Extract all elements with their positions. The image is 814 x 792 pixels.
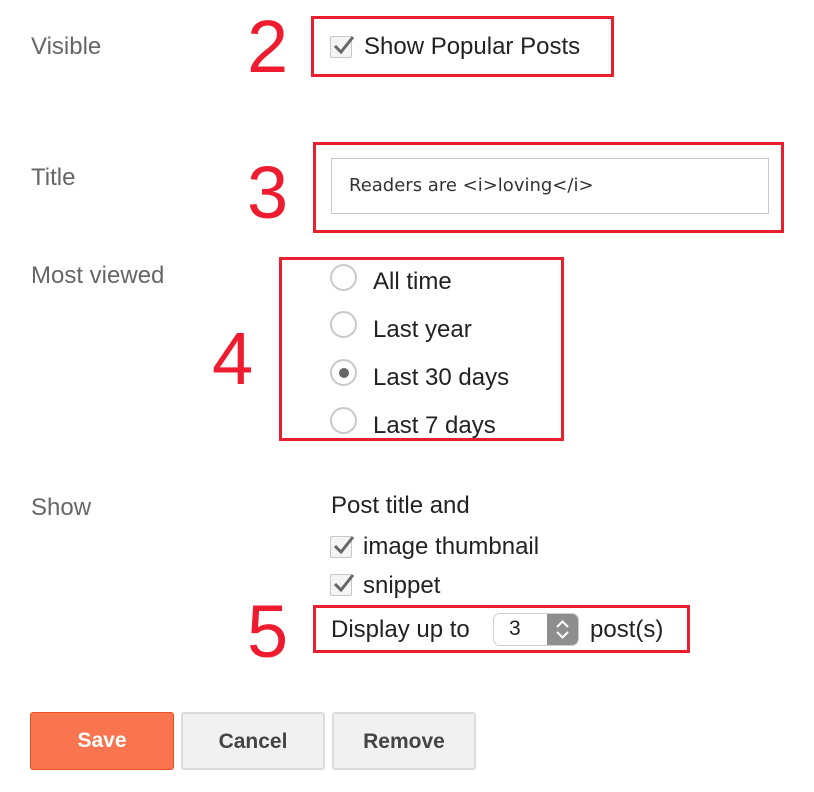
up-down-chevron-icon xyxy=(556,620,569,639)
checkmark-icon xyxy=(333,36,355,55)
stepper-arrows[interactable] xyxy=(547,614,578,645)
post-title-and-text: Post title and xyxy=(331,492,470,519)
radio-button[interactable] xyxy=(330,311,357,338)
radio-label: All time xyxy=(373,268,452,295)
radio-button[interactable] xyxy=(330,264,357,291)
most-viewed-label: Most viewed xyxy=(31,262,165,289)
step-3-annotation: 3 xyxy=(247,151,289,234)
radio-button-selected[interactable] xyxy=(330,359,357,386)
checkmark-icon xyxy=(333,574,355,593)
post-count-value: 3 xyxy=(509,617,521,640)
radio-button[interactable] xyxy=(330,407,357,434)
title-label: Title xyxy=(31,164,76,191)
checkmark-icon xyxy=(333,536,355,555)
title-input[interactable]: Readers are <i>loving</i> xyxy=(331,158,769,214)
checkbox-box[interactable] xyxy=(330,36,355,58)
post-count-stepper[interactable]: 3 xyxy=(493,613,579,646)
checkbox-box[interactable] xyxy=(330,536,355,558)
save-button[interactable]: Save xyxy=(30,712,174,770)
checkbox-box[interactable] xyxy=(330,574,355,596)
remove-button[interactable]: Remove xyxy=(332,712,476,770)
display-up-to-label: Display up to xyxy=(331,616,470,643)
step-4-annotation: 4 xyxy=(212,317,254,400)
posts-suffix-label: post(s) xyxy=(590,616,664,643)
radio-label: Last 30 days xyxy=(373,364,510,391)
show-label: Show xyxy=(31,494,92,521)
radio-label: Last 7 days xyxy=(373,412,496,439)
show-popular-posts-label: Show Popular Posts xyxy=(364,33,581,60)
cancel-button[interactable]: Cancel xyxy=(181,712,325,770)
visible-label: Visible xyxy=(31,33,102,60)
image-thumbnail-label: image thumbnail xyxy=(363,533,540,560)
step-2-annotation: 2 xyxy=(247,5,289,88)
step-5-annotation: 5 xyxy=(247,590,289,673)
radio-label: Last year xyxy=(373,316,472,343)
snippet-label: snippet xyxy=(363,572,441,599)
